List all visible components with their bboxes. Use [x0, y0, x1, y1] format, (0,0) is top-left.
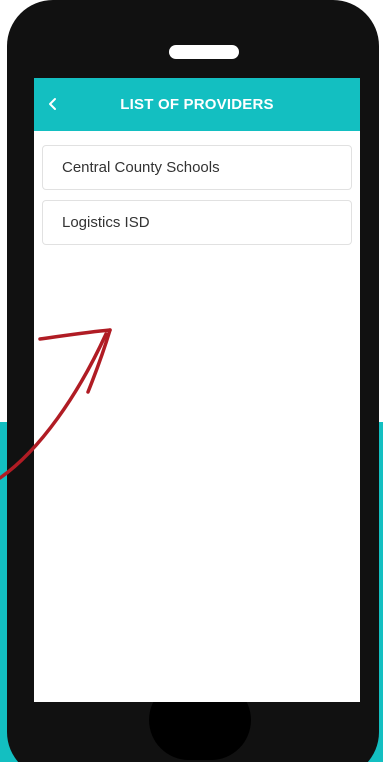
phone-speaker	[169, 45, 239, 59]
provider-list: Central County Schools Logistics ISD	[42, 145, 352, 255]
app-header: LIST OF PROVIDERS	[34, 78, 360, 131]
provider-item-logistics-isd[interactable]: Logistics ISD	[42, 200, 352, 245]
provider-item-label: Central County Schools	[62, 159, 220, 176]
stage: LIST OF PROVIDERS Central County Schools…	[0, 0, 383, 762]
provider-item-central-county-schools[interactable]: Central County Schools	[42, 145, 352, 190]
app-screen: LIST OF PROVIDERS Central County Schools…	[34, 78, 360, 702]
provider-item-label: Logistics ISD	[62, 214, 150, 231]
page-title: LIST OF PROVIDERS	[120, 96, 274, 113]
chevron-left-icon[interactable]	[44, 95, 62, 113]
